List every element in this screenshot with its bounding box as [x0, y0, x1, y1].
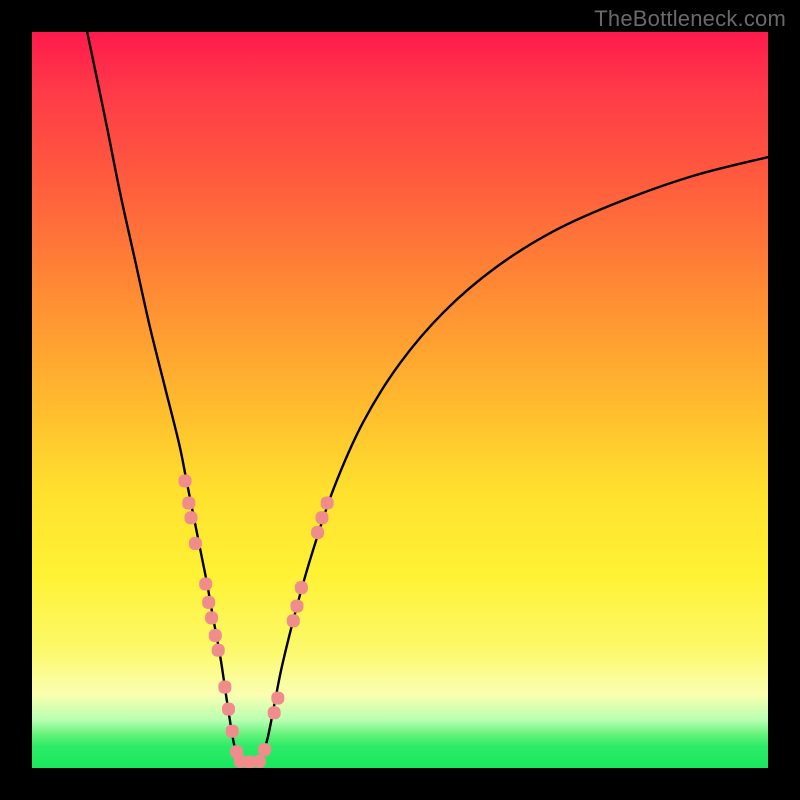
marker-dots-left: [184, 511, 197, 524]
watermark-text: TheBottleneck.com: [594, 6, 786, 32]
marker-dots-left: [212, 644, 225, 657]
marker-dots-right: [271, 692, 284, 705]
marker-dots-bottom: [253, 755, 266, 768]
marker-dots-left: [202, 596, 215, 609]
marker-dots-right: [295, 581, 308, 594]
marker-dots-left: [209, 629, 222, 642]
outer-frame: TheBottleneck.com: [0, 0, 800, 800]
marker-dots-right: [268, 706, 281, 719]
marker-dots-right: [315, 511, 328, 524]
marker-dots-left: [205, 611, 218, 624]
marker-dots-left: [182, 497, 195, 510]
marker-dots-right: [290, 600, 303, 613]
marker-dots-left: [199, 578, 212, 591]
series-bottleneck-right: [260, 157, 768, 762]
marker-dots-left: [222, 703, 235, 716]
marker-dots-right: [258, 743, 271, 756]
marker-dots-left: [189, 537, 202, 550]
plot-area: [32, 32, 768, 768]
marker-dots-left: [218, 681, 231, 694]
marker-dots-right: [287, 614, 300, 627]
chart-lines: [87, 32, 768, 762]
marker-dots-right: [311, 526, 324, 539]
chart-markers: [179, 474, 334, 768]
marker-dots-left: [226, 725, 239, 738]
marker-dots-right: [321, 497, 334, 510]
chart-svg: [32, 32, 768, 768]
marker-dots-left: [179, 474, 192, 487]
